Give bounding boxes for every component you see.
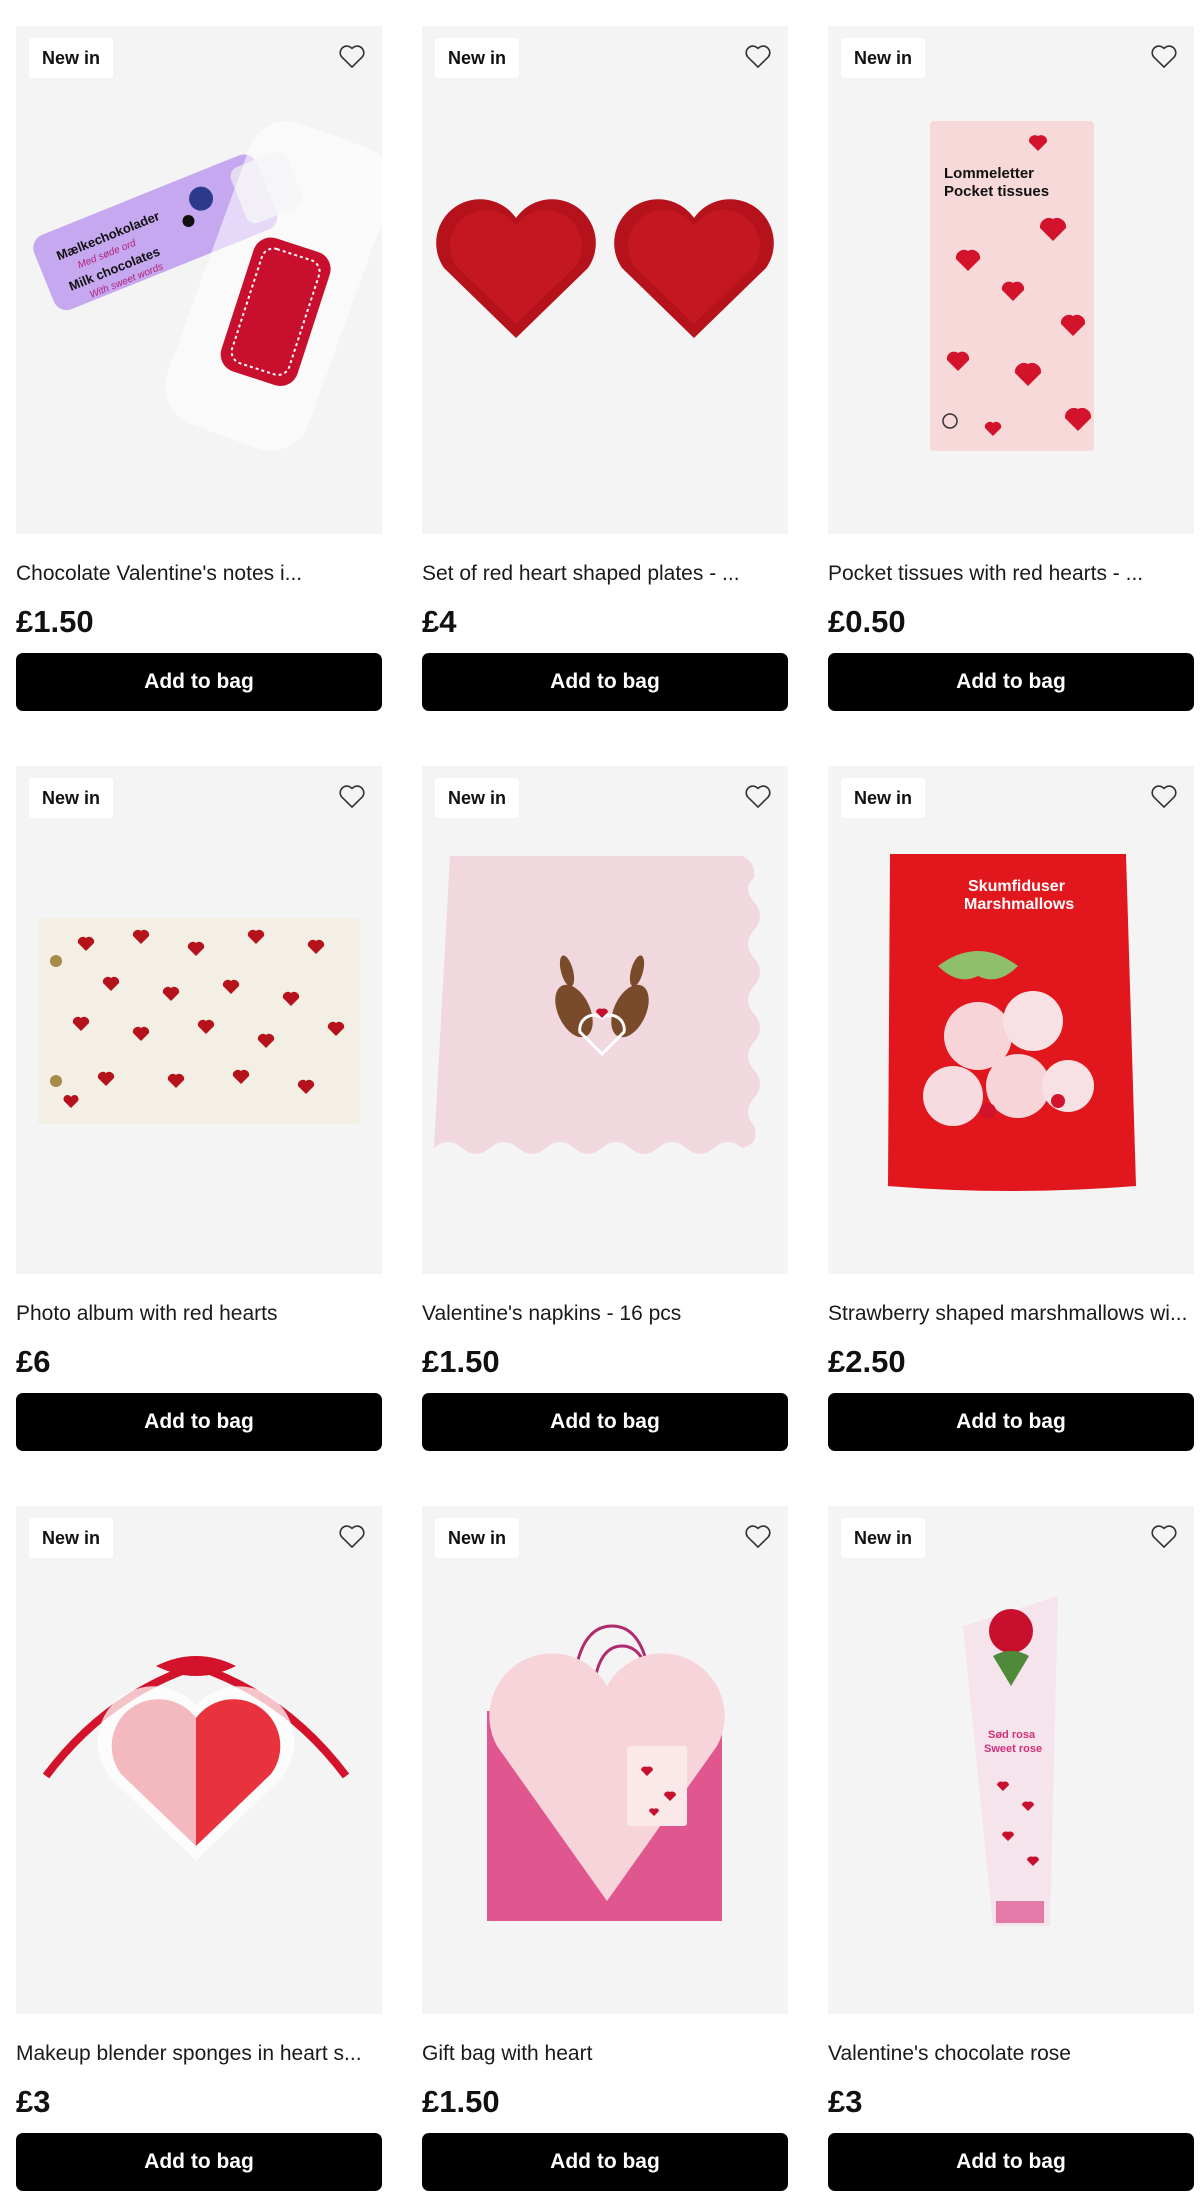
product-price: £1.50 <box>422 2084 500 2119</box>
product-grid: Mælkechokolader Med søde ord Milk chocol… <box>16 26 1194 2194</box>
svg-text:Pocket tissues: Pocket tissues <box>944 183 1049 200</box>
product-price: £2.50 <box>828 1344 906 1379</box>
product-card[interactable]: Skumfiduser Marshmallows New in Strawber… <box>828 766 1194 1454</box>
product-name[interactable]: Chocolate Valentine's notes i... <box>16 560 382 588</box>
add-to-bag-button[interactable]: Add to bag <box>16 1393 382 1451</box>
product-price: £3 <box>16 2084 51 2119</box>
product-image-area[interactable]: Sød rosa Sweet rose New in <box>828 1506 1194 2014</box>
heart-outline-icon[interactable] <box>334 778 370 814</box>
new-in-badge: New in <box>435 778 520 818</box>
product-card[interactable]: New in Valentine's napkins - 16 pcs £1.5… <box>422 766 788 1454</box>
product-name[interactable]: Makeup blender sponges in heart s... <box>16 2040 382 2068</box>
add-to-bag-button[interactable]: Add to bag <box>828 653 1194 711</box>
heart-outline-icon[interactable] <box>334 1518 370 1554</box>
add-to-bag-button[interactable]: Add to bag <box>422 653 788 711</box>
new-in-badge: New in <box>435 1518 520 1558</box>
add-to-bag-button[interactable]: Add to bag <box>828 1393 1194 1451</box>
product-name[interactable]: Pocket tissues with red hearts - ... <box>828 560 1194 588</box>
add-to-bag-button[interactable]: Add to bag <box>16 2133 382 2191</box>
svg-text:Sweet rose: Sweet rose <box>984 1743 1042 1755</box>
product-image-area[interactable]: New in <box>16 1506 382 2014</box>
new-in-badge: New in <box>29 1518 114 1558</box>
heart-plates-image <box>436 199 774 338</box>
product-name[interactable]: Valentine's napkins - 16 pcs <box>422 1300 788 1328</box>
product-price: £3 <box>828 2084 863 2119</box>
product-image-area[interactable]: Skumfiduser Marshmallows New in <box>828 766 1194 1274</box>
add-to-bag-button[interactable]: Add to bag <box>422 1393 788 1451</box>
new-in-badge: New in <box>29 778 114 818</box>
product-price: £4 <box>422 604 457 639</box>
chocolate-notes-image: Mælkechokolader Med søde ord Milk chocol… <box>33 121 382 451</box>
heart-outline-icon[interactable] <box>1146 1518 1182 1554</box>
svg-text:Skumfiduser: Skumfiduser <box>968 878 1065 895</box>
product-name[interactable]: Strawberry shaped marshmallows wi... <box>828 1300 1194 1328</box>
product-name[interactable]: Valentine's chocolate rose <box>828 2040 1194 2068</box>
product-name[interactable]: Set of red heart shaped plates - ... <box>422 560 788 588</box>
product-card[interactable]: New in Gift bag with heart £1.50 Add to … <box>422 1506 788 2194</box>
product-name[interactable]: Photo album with red hearts <box>16 1300 382 1328</box>
napkins-image <box>434 856 760 1154</box>
product-card[interactable]: New in Makeup blender sponges in heart s… <box>16 1506 382 2194</box>
product-price: £1.50 <box>16 604 94 639</box>
heart-outline-icon[interactable] <box>740 1518 776 1554</box>
svg-text:Marshmallows: Marshmallows <box>964 896 1074 913</box>
svg-text:Sød rosa: Sød rosa <box>988 1729 1036 1741</box>
heart-outline-icon[interactable] <box>1146 38 1182 74</box>
chocolate-rose-image: Sød rosa Sweet rose <box>963 1596 1058 1926</box>
product-image-area[interactable]: New in <box>422 766 788 1274</box>
svg-text:Lommeletter: Lommeletter <box>944 165 1034 182</box>
new-in-badge: New in <box>841 1518 926 1558</box>
product-image-area[interactable]: Mælkechokolader Med søde ord Milk chocol… <box>16 26 382 534</box>
blender-sponges-image <box>42 1656 350 1861</box>
product-image-area[interactable]: New in <box>422 26 788 534</box>
heart-outline-icon[interactable] <box>740 38 776 74</box>
product-image-area[interactable]: New in <box>422 1506 788 2014</box>
new-in-badge: New in <box>29 38 114 78</box>
add-to-bag-button[interactable]: Add to bag <box>828 2133 1194 2191</box>
product-card[interactable]: Lommeletter Pocket tissues New in Pocket… <box>828 26 1194 714</box>
product-card[interactable]: Mælkechokolader Med søde ord Milk chocol… <box>16 26 382 714</box>
add-to-bag-button[interactable]: Add to bag <box>16 653 382 711</box>
new-in-badge: New in <box>435 38 520 78</box>
product-price: £0.50 <box>828 604 906 639</box>
heart-outline-icon[interactable] <box>334 38 370 74</box>
product-card[interactable]: Sød rosa Sweet rose New in Valentine's c… <box>828 1506 1194 2194</box>
product-name[interactable]: Gift bag with heart <box>422 2040 788 2068</box>
product-card[interactable]: New in Photo album with red hearts £6 Ad… <box>16 766 382 1454</box>
product-card[interactable]: New in Set of red heart shaped plates - … <box>422 26 788 714</box>
add-to-bag-button[interactable]: Add to bag <box>422 2133 788 2191</box>
heart-outline-icon[interactable] <box>740 778 776 814</box>
heart-outline-icon[interactable] <box>1146 778 1182 814</box>
product-price: £6 <box>16 1344 51 1379</box>
marshmallows-image: Skumfiduser Marshmallows <box>888 854 1136 1191</box>
pocket-tissues-image: Lommeletter Pocket tissues <box>930 121 1094 451</box>
product-image-area[interactable]: New in <box>16 766 382 1274</box>
new-in-badge: New in <box>841 38 926 78</box>
product-price: £1.50 <box>422 1344 500 1379</box>
gift-bag-image <box>487 1624 725 1921</box>
product-image-area[interactable]: Lommeletter Pocket tissues New in <box>828 26 1194 534</box>
photo-album-image <box>38 918 360 1124</box>
new-in-badge: New in <box>841 778 926 818</box>
